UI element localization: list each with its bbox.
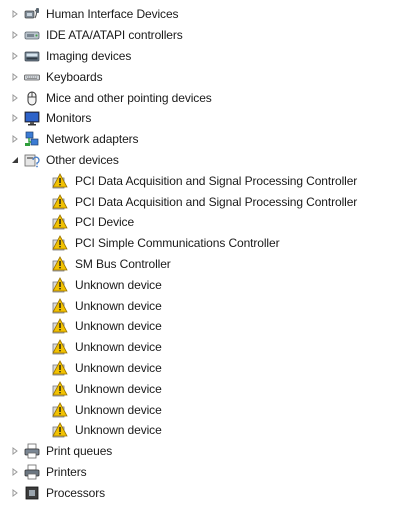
device-label: Unknown device <box>75 340 162 355</box>
device-label: PCI Data Acquisition and Signal Processi… <box>75 173 358 188</box>
expand-arrow-icon[interactable] <box>8 7 22 21</box>
expand-arrow-icon[interactable] <box>8 111 22 125</box>
unknown-device-warning-icon <box>52 339 68 355</box>
tree-node-label: Processors <box>46 485 106 500</box>
expand-arrow-icon[interactable] <box>8 49 22 63</box>
expand-arrow-icon[interactable] <box>8 465 22 479</box>
unknown-device-warning-icon <box>52 422 68 438</box>
device-item[interactable]: SM Bus Controller <box>0 254 404 275</box>
unknown-device-warning-icon <box>52 276 68 293</box>
device-item[interactable]: Unknown device <box>0 358 404 379</box>
tree-node-label: Network adapters <box>46 132 139 147</box>
tree-node-keyboards[interactable]: Keyboards <box>0 66 404 87</box>
collapse-arrow-icon[interactable] <box>8 153 22 167</box>
tree-node-ide-controllers[interactable]: IDE ATA/ATAPI controllers <box>0 25 404 46</box>
print-queue-icon <box>24 443 40 459</box>
device-tree: Human Interface Devices IDE ATA/ATAPI co… <box>0 4 404 503</box>
tree-node-print-queues[interactable]: Print queues <box>0 441 404 462</box>
ide-controller-icon <box>24 27 40 43</box>
tree-node-label: IDE ATA/ATAPI controllers <box>46 28 183 43</box>
device-label: Unknown device <box>75 381 162 396</box>
unknown-device-warning-icon <box>52 256 68 272</box>
tree-node-mice[interactable]: Mice and other pointing devices <box>0 87 404 108</box>
device-item[interactable]: Unknown device <box>0 274 404 295</box>
keyboard-icon <box>24 69 40 85</box>
unknown-device-warning-icon <box>52 193 68 210</box>
device-item[interactable]: PCI Device <box>0 212 404 233</box>
tree-node-imaging-devices[interactable]: Imaging devices <box>0 46 404 67</box>
other-devices-icon <box>24 152 40 168</box>
tree-node-processors[interactable]: Processors <box>0 482 404 503</box>
tree-node-label: Mice and other pointing devices <box>46 90 212 105</box>
device-item[interactable]: Unknown device <box>0 295 404 316</box>
unknown-device-warning-icon <box>52 235 68 251</box>
expand-arrow-icon[interactable] <box>8 132 22 146</box>
device-label: PCI Simple Communications Controller <box>75 236 280 251</box>
expand-arrow-icon[interactable] <box>8 444 22 458</box>
monitor-icon <box>24 110 40 126</box>
device-item[interactable]: PCI Data Acquisition and Signal Processi… <box>0 170 404 191</box>
tree-node-human-interface-devices[interactable]: Human Interface Devices <box>0 4 404 25</box>
tree-node-printers[interactable]: Printers <box>0 462 404 483</box>
printer-icon <box>24 464 40 480</box>
tree-node-label: Printers <box>46 464 87 479</box>
device-label: PCI Data Acquisition and Signal Processi… <box>75 194 358 209</box>
device-label: Unknown device <box>75 298 162 313</box>
device-label: Unknown device <box>75 402 162 417</box>
unknown-device-warning-icon <box>52 318 68 334</box>
tree-node-network-adapters[interactable]: Network adapters <box>0 129 404 150</box>
tree-node-label: Monitors <box>46 111 92 126</box>
tree-node-label: Print queues <box>46 444 113 459</box>
device-item[interactable]: Unknown device <box>0 378 404 399</box>
device-item[interactable]: PCI Simple Communications Controller <box>0 233 404 254</box>
unknown-device-warning-icon <box>52 172 68 189</box>
tree-node-label: Imaging devices <box>46 48 132 63</box>
device-label: Unknown device <box>75 423 162 438</box>
unknown-device-warning-icon <box>52 380 68 397</box>
device-label: Unknown device <box>75 319 162 334</box>
tree-node-label: Keyboards <box>46 69 103 84</box>
device-item[interactable]: Unknown device <box>0 399 404 420</box>
human-interface-devices-icon <box>24 6 40 22</box>
unknown-device-warning-icon <box>52 401 68 418</box>
tree-node-monitors[interactable]: Monitors <box>0 108 404 129</box>
mouse-icon <box>24 90 40 106</box>
unknown-device-warning-icon <box>52 297 68 314</box>
imaging-devices-icon <box>24 48 40 64</box>
device-label: Unknown device <box>75 277 162 292</box>
expand-arrow-icon[interactable] <box>8 486 22 500</box>
expand-arrow-icon[interactable] <box>8 28 22 42</box>
device-item[interactable]: PCI Data Acquisition and Signal Processi… <box>0 191 404 212</box>
tree-node-label: Other devices <box>46 152 119 167</box>
device-label: Unknown device <box>75 360 162 375</box>
device-item[interactable]: Unknown device <box>0 420 404 441</box>
network-adapter-icon <box>24 131 40 147</box>
device-item[interactable]: Unknown device <box>0 316 404 337</box>
expand-arrow-icon[interactable] <box>8 91 22 105</box>
device-label: SM Bus Controller <box>75 256 171 271</box>
device-label: PCI Device <box>75 215 135 230</box>
unknown-device-warning-icon <box>52 214 68 230</box>
unknown-device-warning-icon <box>52 360 68 376</box>
tree-node-other-devices[interactable]: Other devices <box>0 150 404 171</box>
device-item[interactable]: Unknown device <box>0 337 404 358</box>
expand-arrow-icon[interactable] <box>8 70 22 84</box>
tree-node-label: Human Interface Devices <box>46 7 179 22</box>
processor-icon <box>24 485 40 501</box>
